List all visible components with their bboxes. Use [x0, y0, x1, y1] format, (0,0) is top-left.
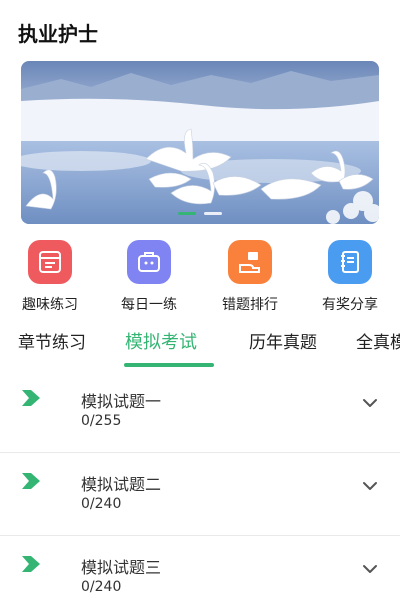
banner-carousel[interactable] — [21, 61, 379, 224]
banner-image-swans — [21, 61, 379, 224]
chevron-down-icon[interactable] — [362, 564, 378, 574]
shortcut-daily-practice[interactable]: 每日一练 — [104, 240, 194, 314]
list-item[interactable]: 模拟试题一 0/255 — [0, 370, 400, 453]
exam-progress: 0/255 — [81, 413, 122, 429]
tab-active-indicator — [124, 363, 214, 367]
chevron-down-icon[interactable] — [362, 481, 378, 491]
shortcut-label: 有奖分享 — [322, 297, 378, 313]
carousel-indicator — [21, 212, 379, 215]
chevron-down-icon[interactable] — [362, 398, 378, 408]
shortcut-label: 趣味练习 — [22, 297, 78, 313]
carousel-dot-2[interactable] — [204, 212, 222, 215]
shortcut-label: 错题排行 — [222, 297, 278, 313]
exam-progress: 0/240 — [81, 579, 122, 595]
page-title: 执业护士 — [18, 22, 98, 46]
tab-mock-exam[interactable]: 模拟考试 — [125, 328, 197, 354]
ranking-hand-icon — [228, 240, 272, 284]
calendar-briefcase-icon — [127, 240, 171, 284]
shortcut-label: 每日一练 — [121, 297, 177, 313]
flag-icon — [22, 556, 40, 572]
tab-bar: 章节练习 模拟考试 历年真题 全真模 — [0, 326, 400, 368]
flag-icon — [22, 390, 40, 406]
tab-chapter-practice[interactable]: 章节练习 — [18, 328, 86, 353]
exam-name: 模拟试题一 — [81, 392, 162, 411]
shortcut-wrong-ranking[interactable]: 错题排行 — [205, 240, 295, 314]
list-item[interactable]: 模拟试题三 0/240 — [0, 536, 400, 600]
exam-name: 模拟试题三 — [81, 558, 162, 577]
share-book-icon — [328, 240, 372, 284]
exam-list: 模拟试题一 0/255 模拟试题二 0/240 模拟试题三 0/240 — [0, 370, 400, 600]
exam-progress: 0/240 — [81, 496, 122, 512]
carousel-dot-1[interactable] — [178, 212, 196, 215]
practice-icon — [28, 240, 72, 284]
shortcut-reward-share[interactable]: 有奖分享 — [305, 240, 395, 314]
tab-past-papers[interactable]: 历年真题 — [249, 328, 317, 353]
tab-full-mock[interactable]: 全真模 — [356, 328, 400, 353]
shortcut-row: 趣味练习 每日一练 错题排行 有奖分享 — [0, 240, 400, 320]
exam-name: 模拟试题二 — [81, 475, 162, 494]
shortcut-fun-practice[interactable]: 趣味练习 — [5, 240, 95, 314]
list-item[interactable]: 模拟试题二 0/240 — [0, 453, 400, 536]
flag-icon — [22, 473, 40, 489]
